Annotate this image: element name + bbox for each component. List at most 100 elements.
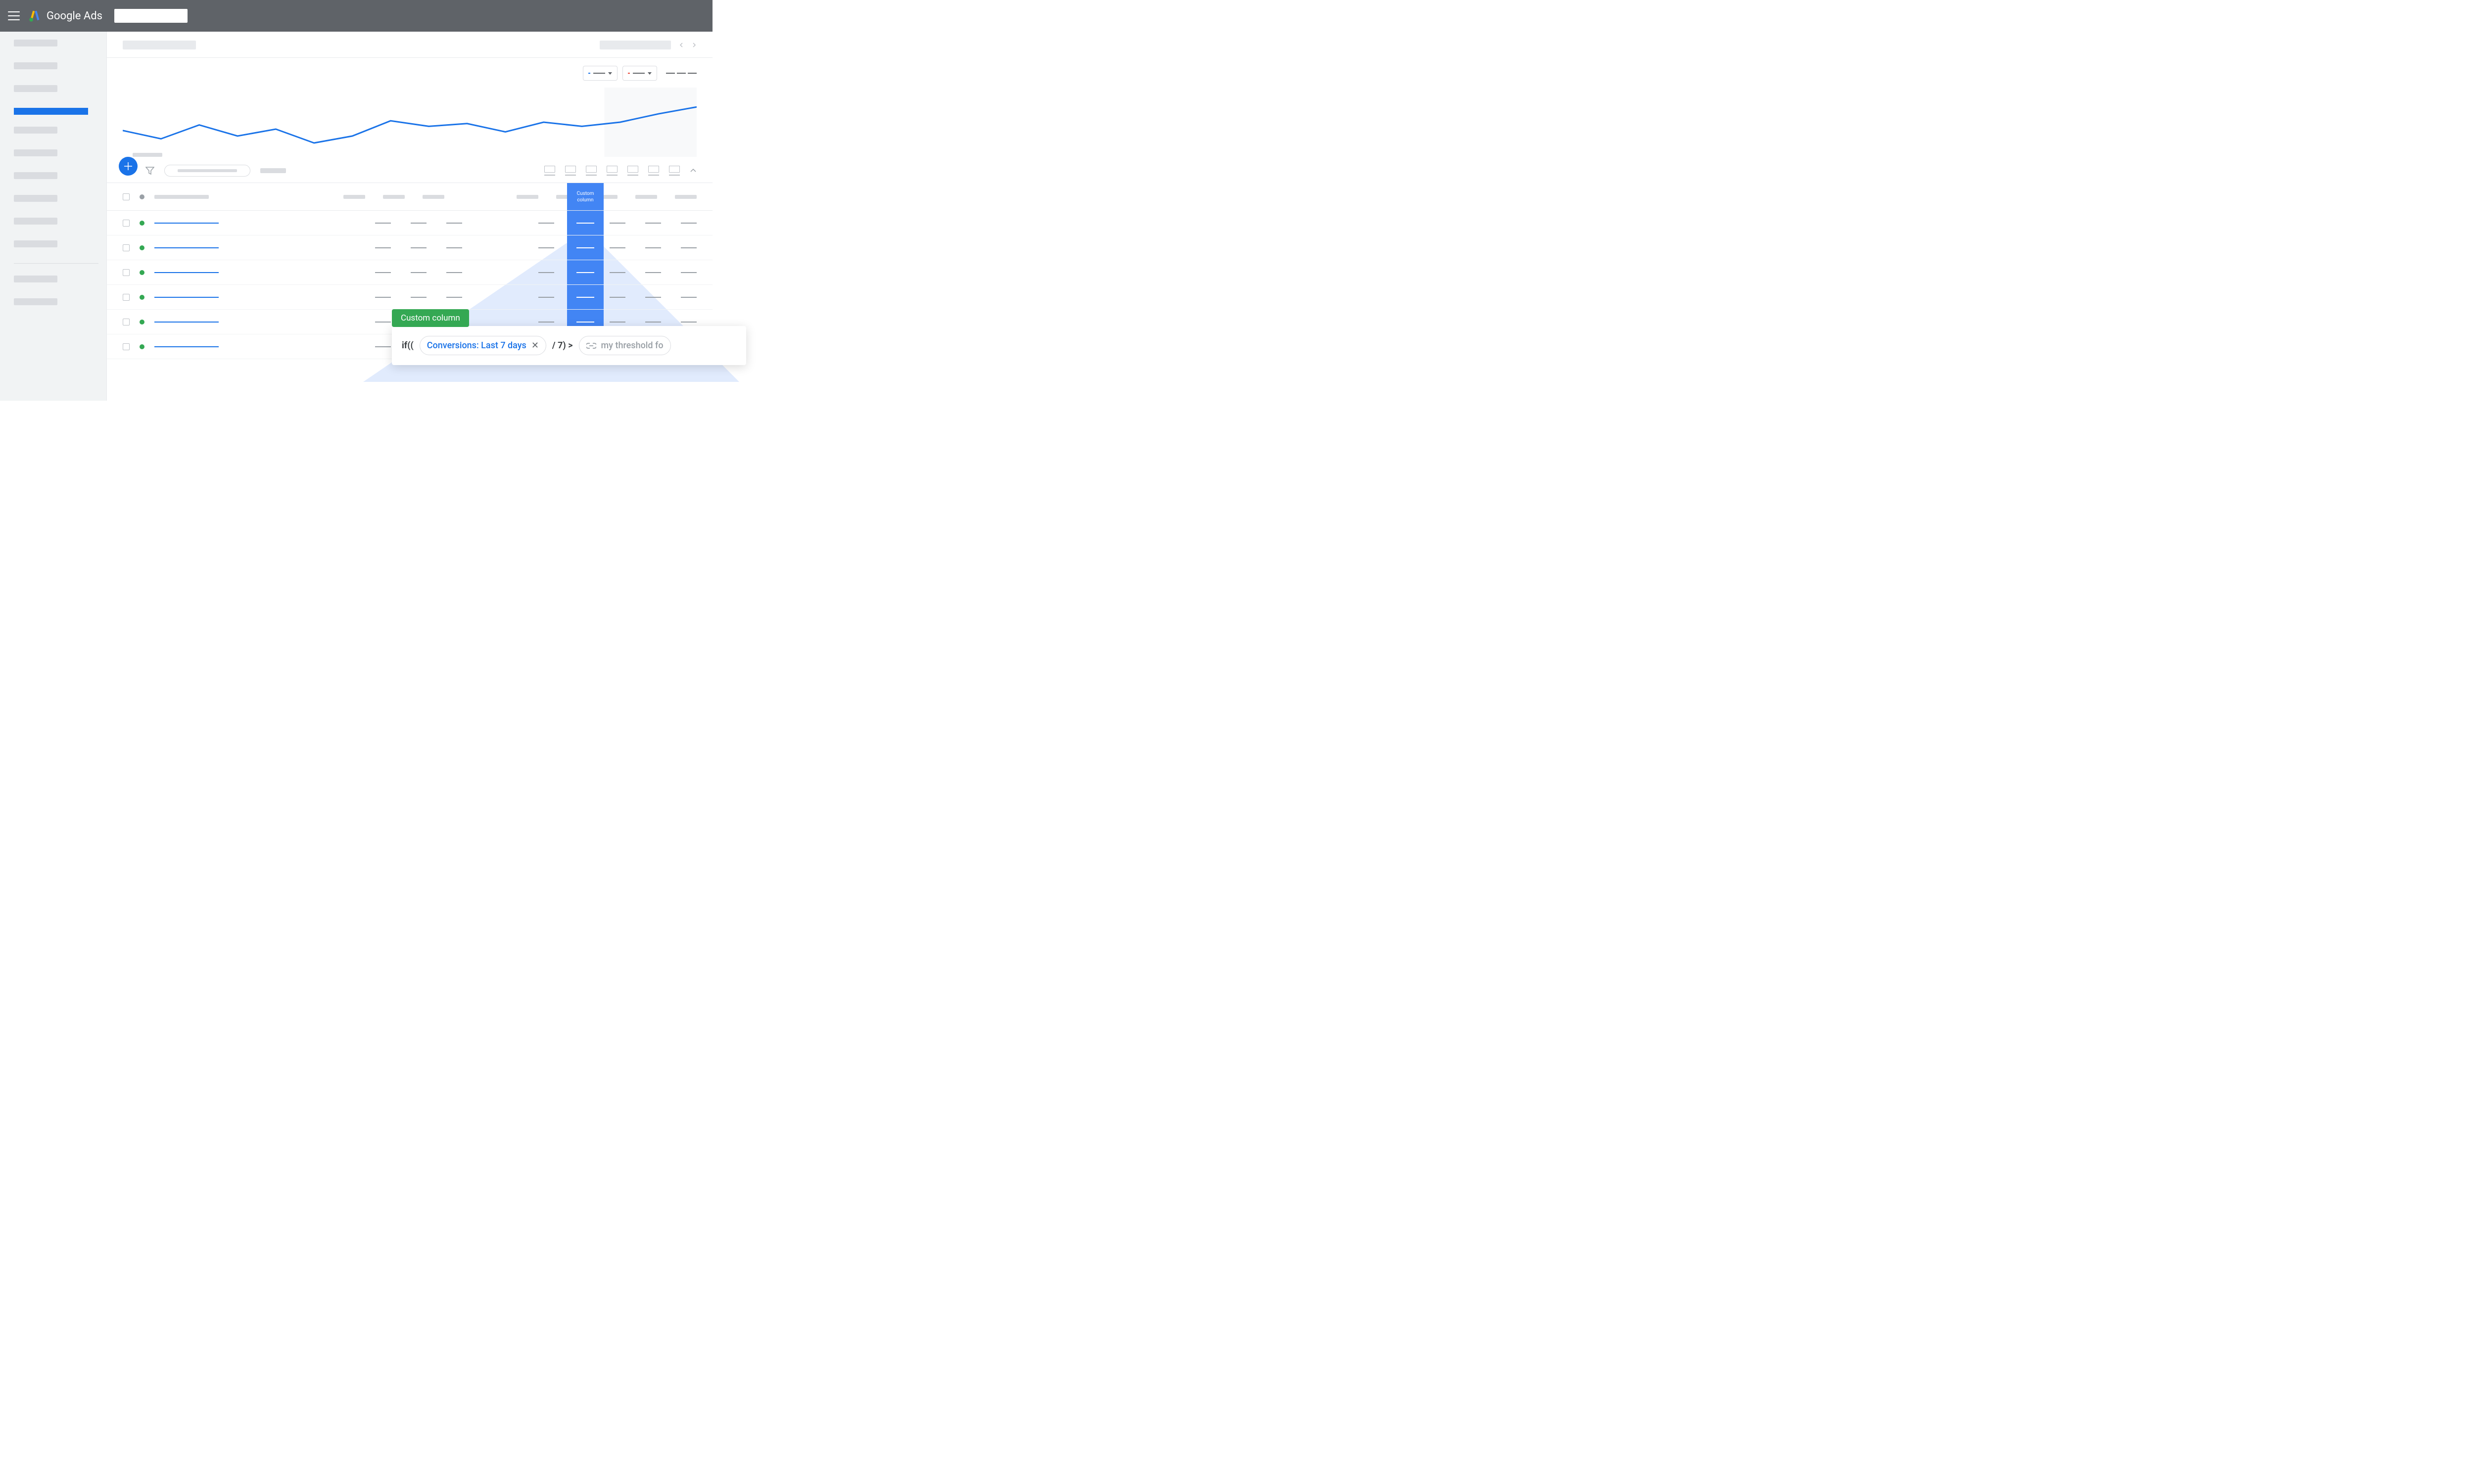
formula-chip-reference[interactable]: my threshold fo <box>579 336 671 355</box>
column-header[interactable] <box>383 195 405 199</box>
sidebar-divider <box>14 263 98 264</box>
row-checkbox[interactable] <box>123 220 130 227</box>
custom-column-header[interactable]: Custom column <box>567 183 604 210</box>
column-header[interactable] <box>675 195 697 199</box>
status-dot-icon <box>140 320 144 325</box>
menu-icon[interactable] <box>8 11 20 20</box>
cell <box>411 223 427 224</box>
row-name-link[interactable] <box>154 272 219 273</box>
chevron-right-icon[interactable] <box>692 43 697 47</box>
filter-icon[interactable] <box>145 166 154 175</box>
sidebar-item[interactable] <box>14 276 98 286</box>
custom-column-cell <box>567 285 604 309</box>
filter-placeholder <box>260 168 286 173</box>
sidebar-item[interactable] <box>14 85 98 96</box>
column-header[interactable] <box>517 195 538 199</box>
content-header <box>107 32 713 58</box>
cell <box>446 297 462 298</box>
logo[interactable]: Google Ads <box>28 9 102 22</box>
cell <box>681 297 697 298</box>
row-name-link[interactable] <box>154 322 219 323</box>
metric-selector-1[interactable] <box>583 66 618 81</box>
row-checkbox[interactable] <box>123 294 130 301</box>
sidebar-item-active[interactable] <box>14 108 88 115</box>
table-row[interactable] <box>107 260 713 285</box>
table-row[interactable] <box>107 211 713 235</box>
cell <box>375 223 391 224</box>
line-chart <box>123 88 697 157</box>
cell <box>610 223 625 224</box>
cell <box>411 247 427 248</box>
popover-tag: Custom column <box>392 309 469 327</box>
formula-chip-conversions[interactable]: Conversions: Last 7 days ✕ <box>420 336 546 355</box>
date-range-placeholder[interactable] <box>600 41 671 49</box>
column-header[interactable] <box>635 195 657 199</box>
cell <box>610 322 625 323</box>
expand-icon[interactable] <box>690 167 697 174</box>
sidebar-item[interactable] <box>14 240 98 251</box>
google-ads-logo-icon <box>28 9 41 22</box>
add-button[interactable] <box>119 157 138 176</box>
column-header[interactable] <box>343 195 365 199</box>
filter-chip[interactable] <box>164 165 250 177</box>
sidebar-item[interactable] <box>14 127 98 138</box>
column-option-1[interactable] <box>544 166 555 176</box>
cell <box>610 272 625 273</box>
column-option-4[interactable] <box>607 166 618 176</box>
row-name-link[interactable] <box>154 297 219 298</box>
row-checkbox[interactable] <box>123 319 130 325</box>
select-all-checkbox[interactable] <box>123 193 130 200</box>
cell <box>375 297 391 298</box>
plus-icon <box>124 162 133 171</box>
column-header[interactable] <box>154 195 209 199</box>
metric-selector-2[interactable] <box>622 66 657 81</box>
sidebar-item[interactable] <box>14 172 98 183</box>
sidebar-item[interactable] <box>14 218 98 229</box>
cell <box>375 346 391 347</box>
custom-column-cell <box>567 235 604 260</box>
cell <box>538 223 554 224</box>
sidebar-item[interactable] <box>14 62 98 73</box>
status-dot-icon <box>140 270 144 275</box>
close-icon[interactable]: ✕ <box>531 340 539 351</box>
column-option-3[interactable] <box>586 166 597 176</box>
column-option-6[interactable] <box>648 166 659 176</box>
column-option-2[interactable] <box>565 166 576 176</box>
cell <box>446 223 462 224</box>
header-search-input[interactable] <box>114 9 188 23</box>
row-name-link[interactable] <box>154 247 219 248</box>
formula-chip-ref-label: my threshold fo <box>601 340 664 351</box>
row-checkbox[interactable] <box>123 269 130 276</box>
table-row[interactable] <box>107 285 713 310</box>
cell <box>446 247 462 248</box>
cell <box>645 322 661 323</box>
table-row[interactable] <box>107 235 713 260</box>
chevron-left-icon[interactable] <box>679 43 684 47</box>
row-name-link[interactable] <box>154 223 219 224</box>
sidebar-item[interactable] <box>14 195 98 206</box>
cell <box>681 223 697 224</box>
chart-legend <box>666 73 697 74</box>
column-header[interactable] <box>423 195 444 199</box>
row-name-link[interactable] <box>154 346 219 347</box>
cell <box>538 247 554 248</box>
cell <box>610 247 625 248</box>
row-checkbox[interactable] <box>123 244 130 251</box>
sidebar-item[interactable] <box>14 40 98 50</box>
column-option-5[interactable] <box>627 166 638 176</box>
cell <box>610 297 625 298</box>
sidebar-item[interactable] <box>14 298 98 309</box>
cell <box>681 247 697 248</box>
column-option-7[interactable] <box>669 166 680 176</box>
cell <box>411 272 427 273</box>
sidebar-item[interactable] <box>14 149 98 160</box>
cell <box>681 272 697 273</box>
status-dot-icon <box>140 221 144 226</box>
formula-operator: / 7) > <box>552 340 573 351</box>
custom-column-cell <box>567 211 604 235</box>
cell <box>645 297 661 298</box>
status-header-icon <box>140 194 144 199</box>
cell <box>681 322 697 323</box>
row-checkbox[interactable] <box>123 343 130 350</box>
cell <box>645 223 661 224</box>
